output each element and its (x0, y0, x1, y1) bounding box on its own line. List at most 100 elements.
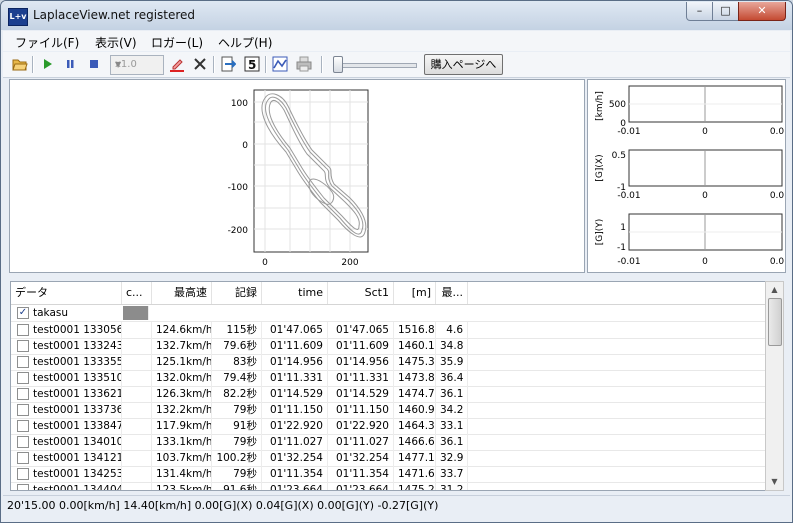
table-row[interactable]: test0001 133621 126.3km/h 82.2秒 01'14.529 01… (11, 386, 765, 403)
vertical-scrollbar[interactable]: ▲ ▼ (765, 281, 784, 491)
minimize-button[interactable]: – (686, 2, 713, 21)
table-row[interactable]: test0001 134253 131.4km/h 79秒 01'11.354 01'1… (11, 466, 765, 483)
min: 33.1 (436, 418, 468, 434)
menu-help[interactable]: ヘルプ(H) (218, 34, 272, 51)
map-x-tick: 0 (262, 258, 268, 268)
menu-logger[interactable]: ロガー(L) (151, 34, 203, 51)
lap-name: test0001 133243 (29, 338, 122, 354)
column-header-data[interactable]: データ (11, 282, 122, 304)
time: 01'47.065 (262, 322, 328, 338)
slider-track (333, 63, 417, 68)
record: 79秒 (212, 434, 262, 450)
checkbox[interactable] (17, 484, 29, 490)
distance: 1466.6 (394, 434, 436, 450)
map-y-tick: -200 (228, 226, 249, 236)
checkbox[interactable]: ✓ (17, 307, 29, 319)
color-swatch[interactable] (123, 306, 149, 320)
table-row[interactable]: test0001 133355 125.1km/h 83秒 01'14.956 01'1… (11, 354, 765, 371)
checkbox[interactable] (17, 452, 29, 464)
time: 01'14.956 (262, 354, 328, 370)
checkbox[interactable] (17, 404, 29, 416)
track-map-plot: 100 0 -100 -200 0 200 (228, 89, 369, 268)
stop-icon[interactable] (85, 55, 103, 73)
buy-page-button[interactable]: 購入ページへ (424, 54, 503, 75)
color-cell (122, 322, 152, 338)
checkbox[interactable] (17, 388, 29, 400)
table-row[interactable]: test0001 133243 132.7km/h 79.6秒 01'11.609 01… (11, 338, 765, 355)
column-header-color[interactable]: c... (122, 282, 152, 304)
menu-file[interactable]: ファイル(F) (15, 34, 79, 51)
chart-x-tick: 0 (702, 257, 708, 267)
export-icon[interactable] (219, 55, 237, 73)
lap-data-table[interactable]: データ c... 最高速 記録 time Sct1 [m] 最... ✓ tak… (10, 281, 766, 491)
print-icon[interactable] (295, 55, 313, 73)
slider-thumb[interactable] (333, 56, 343, 73)
column-header-distance[interactable]: [m] (394, 282, 436, 304)
chart-x-tick: -0.01 (617, 191, 640, 201)
distance: 1464.3 (394, 418, 436, 434)
scroll-up-icon[interactable]: ▲ (766, 282, 783, 298)
app-window: L+v LaplaceView.net registered – □ ✕ ファイ… (0, 0, 793, 523)
color-cell (122, 450, 152, 466)
play-icon[interactable] (38, 55, 56, 73)
track-map-pane[interactable]: 100 0 -100 -200 0 200 (9, 79, 585, 273)
chart-x-tick: 0 (702, 191, 708, 201)
checkbox[interactable] (17, 340, 29, 352)
column-header-record[interactable]: 記録 (212, 282, 262, 304)
close-button[interactable]: ✕ (738, 2, 786, 21)
pane-splitter[interactable] (3, 273, 790, 278)
column-header-min[interactable]: 最... (436, 282, 468, 304)
record: 79.6秒 (212, 338, 262, 354)
toolbar: x1.0 ▼ 5 購入ページへ (3, 52, 790, 78)
status-bar: 20'15.00 0.00[km/h] 14.40[km/h] 0.00[G](… (3, 495, 790, 515)
checkbox[interactable] (17, 436, 29, 448)
window-title: LaplaceView.net registered (33, 8, 196, 22)
open-folder-icon[interactable] (11, 55, 29, 73)
table-row[interactable]: test0001 133056 124.6km/h 115秒 01'47.065 01'… (11, 322, 765, 339)
lap-name: test0001 133355 (29, 354, 122, 370)
column-header-sct1[interactable]: Sct1 (328, 282, 394, 304)
lap-5-icon[interactable]: 5 (243, 55, 261, 73)
title-bar[interactable]: L+v LaplaceView.net registered – □ ✕ (1, 1, 792, 30)
record: 100.2秒 (212, 450, 262, 466)
maximize-button[interactable]: □ (712, 2, 739, 21)
max-speed: 131.4km/h (152, 466, 212, 482)
color-cell (122, 370, 152, 386)
sct1: 01'11.609 (328, 338, 394, 354)
column-header-max-speed[interactable]: 最高速 (152, 282, 212, 304)
record: 91.6秒 (212, 482, 262, 490)
checkbox[interactable] (17, 372, 29, 384)
sct1: 01'14.529 (328, 386, 394, 402)
table-row[interactable]: test0001 133510 132.0km/h 79.4秒 01'11.331 01… (11, 370, 765, 387)
table-row[interactable]: test0001 134121 103.7km/h 100.2秒 01'32.254 0… (11, 450, 765, 467)
group-row[interactable]: ✓ takasu (11, 305, 765, 322)
table-row[interactable]: test0001 134404 123.5km/h 91.6秒 01'23.664 01… (11, 482, 765, 490)
color-cell (122, 434, 152, 450)
chart-y-tick: 1 (620, 223, 626, 233)
sct1: 01'11.331 (328, 370, 394, 386)
playback-slider[interactable] (333, 56, 417, 73)
graph-icon[interactable] (271, 55, 289, 73)
color-cell (122, 418, 152, 434)
lap-name: test0001 134010 (29, 434, 122, 450)
checkbox[interactable] (17, 468, 29, 480)
charts-pane[interactable]: [km/h] 500 0 -0.01 0 0.0 [G](X) 0.5 -1 -… (587, 79, 786, 273)
toolbar-separator (32, 56, 34, 73)
column-header-time[interactable]: time (262, 282, 328, 304)
scroll-down-icon[interactable]: ▼ (766, 474, 783, 490)
table-row[interactable]: test0001 133847 117.9km/h 91秒 01'22.920 01'2… (11, 418, 765, 435)
speed-select[interactable]: x1.0 ▼ (110, 55, 164, 75)
table-row[interactable]: test0001 134010 133.1km/h 79秒 01'11.027 01'1… (11, 434, 765, 451)
table-row[interactable]: test0001 133736 132.2km/h 79秒 01'11.150 01'1… (11, 402, 765, 419)
delete-x-icon[interactable] (191, 55, 209, 73)
max-speed: 125.1km/h (152, 354, 212, 370)
checkbox[interactable] (17, 420, 29, 432)
checkbox[interactable] (17, 324, 29, 336)
checkbox[interactable] (17, 356, 29, 368)
menu-view[interactable]: 表示(V) (95, 34, 137, 51)
distance: 1516.8 (394, 322, 436, 338)
sct1: 01'11.027 (328, 434, 394, 450)
pause-icon[interactable] (61, 55, 79, 73)
pen-icon[interactable] (168, 55, 186, 73)
scroll-thumb[interactable] (768, 298, 782, 346)
